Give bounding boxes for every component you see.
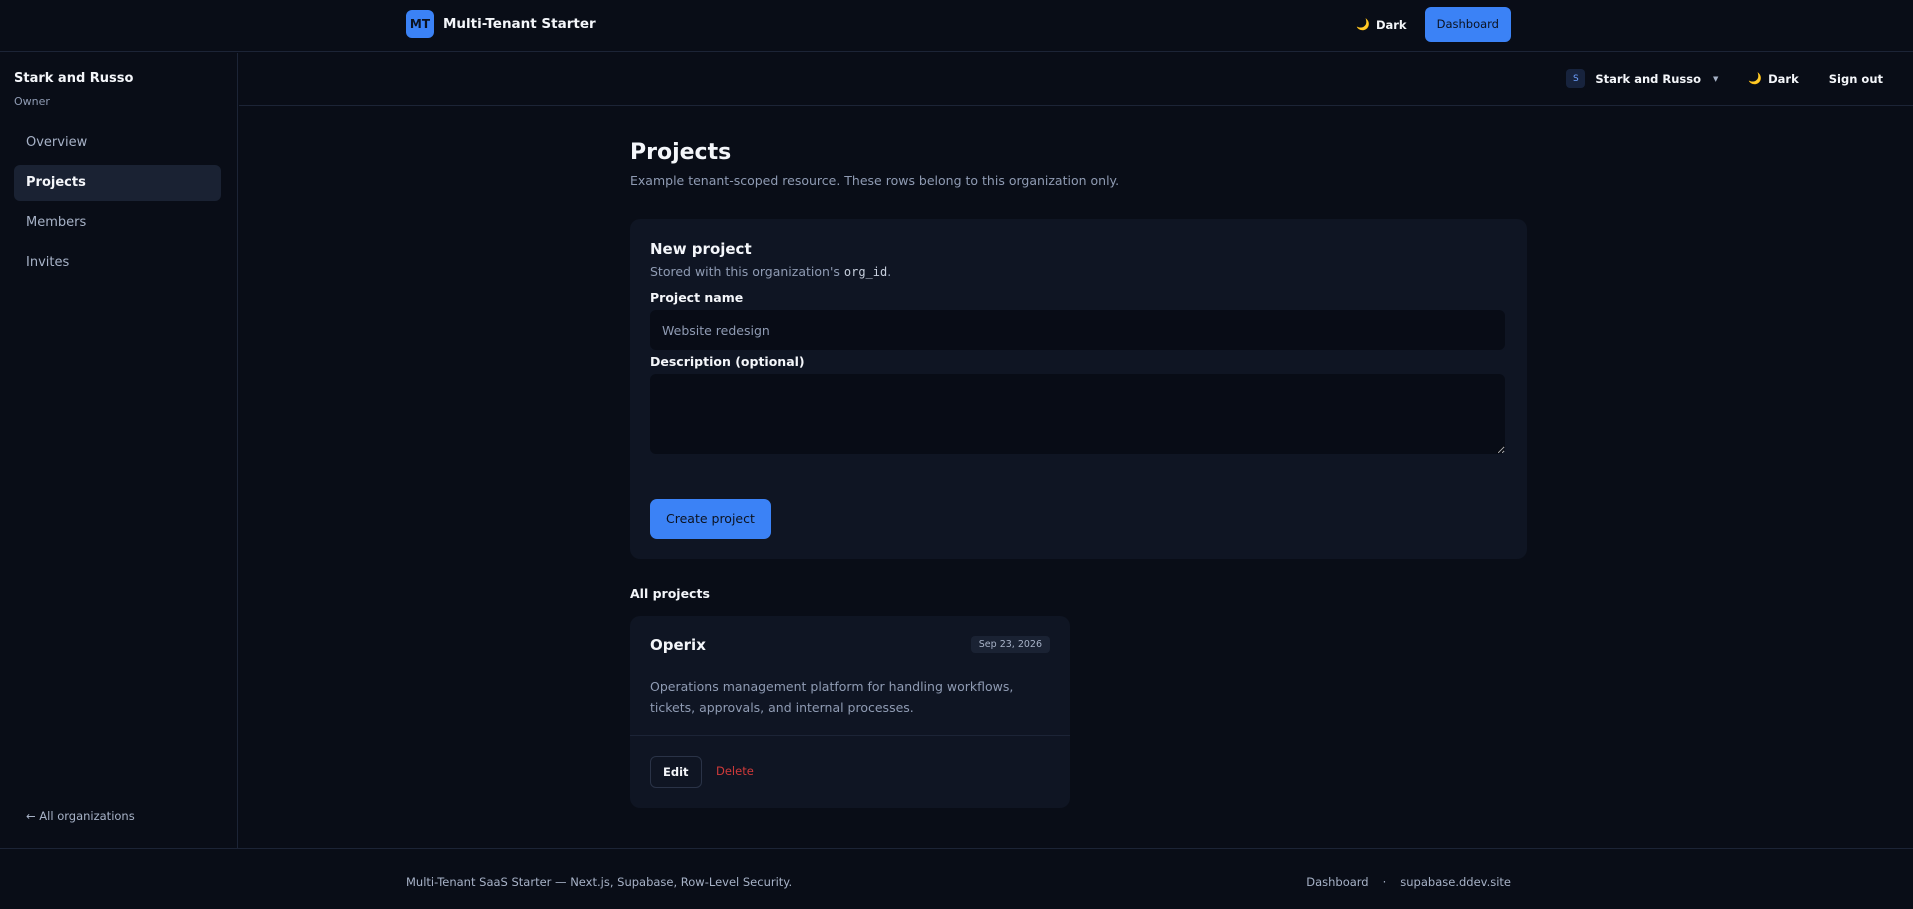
project-name-input[interactable] (650, 310, 1505, 350)
brand-logo: MT (406, 10, 434, 38)
subtitle-text: Stored with this organization's (650, 264, 844, 279)
page-subtitle: Example tenant-scoped resource. These ro… (630, 173, 1120, 188)
top-nav-actions: 🌙 Dark Dashboard (1356, 7, 1511, 42)
main-content: Projects Example tenant-scoped resource.… (630, 140, 1527, 808)
sidebar-item-projects[interactable]: Projects (14, 165, 221, 201)
moon-icon: 🌙 (1748, 72, 1763, 85)
all-organizations-link[interactable]: ← All organizations (26, 809, 135, 823)
footer-text: Multi-Tenant SaaS Starter — Next.js, Sup… (406, 875, 793, 889)
project-description: Operations management platform for handl… (650, 679, 1014, 715)
create-project-button[interactable]: Create project (650, 499, 771, 539)
org-switcher[interactable]: S Stark and Russo ▼ (1566, 69, 1718, 88)
footer-separator: · (1382, 875, 1387, 889)
org-switcher-label: Stark and Russo (1595, 71, 1702, 86)
sidebar-org-name: Stark and Russo (14, 71, 134, 86)
brand-name: Multi-Tenant Starter (443, 16, 596, 32)
project-name: Operix (650, 636, 706, 654)
theme-toggle-label: Dark (1375, 17, 1407, 32)
theme-toggle[interactable]: 🌙 Dark (1356, 18, 1406, 32)
org-avatar: S (1566, 69, 1586, 88)
brand-link[interactable]: MT Multi-Tenant Starter (406, 10, 596, 38)
sidebar: Stark and Russo Owner Overview Projects … (0, 53, 238, 848)
sidebar-item-invites[interactable]: Invites (14, 245, 221, 281)
theme-toggle-secondary[interactable]: 🌙 Dark (1748, 72, 1798, 86)
new-project-subtitle: Stored with this organization's org_id. (650, 264, 891, 279)
sidebar-nav: Overview Projects Members Invites (14, 125, 221, 285)
sidebar-item-members[interactable]: Members (14, 205, 221, 241)
subtitle-suffix: . (887, 264, 892, 279)
project-name-label: Project name (650, 290, 744, 305)
footer-links: Dashboard · supabase.ddev.site (1306, 875, 1511, 889)
delete-project-button[interactable]: Delete (716, 764, 754, 778)
description-label: Description (optional) (650, 354, 805, 369)
new-project-title: New project (650, 240, 752, 258)
card-divider (630, 735, 1070, 736)
all-projects-heading: All projects (630, 586, 710, 601)
sign-out-button[interactable]: Sign out (1829, 72, 1883, 86)
new-project-card: New project Stored with this organizatio… (630, 219, 1527, 559)
edit-project-button[interactable]: Edit (650, 756, 702, 788)
description-textarea[interactable] (650, 374, 1505, 454)
footer: Multi-Tenant SaaS Starter — Next.js, Sup… (0, 848, 1913, 909)
footer-link-supabase[interactable]: supabase.ddev.site (1400, 875, 1511, 889)
sidebar-org-role: Owner (14, 95, 50, 108)
moon-icon: 🌙 (1356, 18, 1370, 31)
theme-toggle-label: Dark (1768, 71, 1799, 86)
project-date-badge: Sep 23, 2026 (970, 636, 1050, 653)
project-card: Operix Sep 23, 2026 Operations managemen… (630, 616, 1070, 808)
sidebar-item-overview[interactable]: Overview (14, 125, 221, 161)
caret-down-icon: ▼ (1713, 74, 1719, 83)
dashboard-button[interactable]: Dashboard (1424, 7, 1511, 42)
top-nav-bar: MT Multi-Tenant Starter 🌙 Dark Dashboard (0, 0, 1913, 52)
org-id-code: org_id (843, 265, 888, 279)
org-toolbar-actions: S Stark and Russo ▼ 🌙 Dark Sign out (1566, 69, 1883, 88)
footer-link-dashboard[interactable]: Dashboard (1306, 875, 1368, 889)
org-toolbar: S Stark and Russo ▼ 🌙 Dark Sign out (239, 53, 1913, 106)
page-title: Projects (630, 140, 732, 165)
